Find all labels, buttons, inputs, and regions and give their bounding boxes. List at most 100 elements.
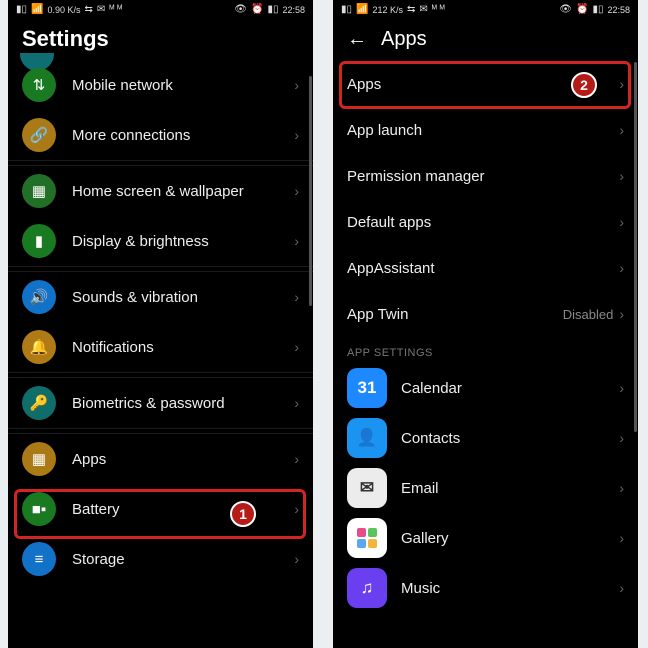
- row-label: Home screen & wallpaper: [72, 183, 294, 200]
- row-label: AppAssistant: [347, 260, 619, 277]
- section-header-app-settings: APP SETTINGS: [333, 337, 638, 363]
- apps-row-appassistant[interactable]: AppAssistant›: [333, 245, 638, 291]
- row-label: Gallery: [401, 530, 619, 547]
- row-label: App Twin: [347, 306, 563, 323]
- battery-status-icon: ▮▯: [267, 5, 278, 15]
- chevron-right-icon: ›: [294, 551, 299, 567]
- battery-status-icon: ▮▯: [592, 5, 603, 15]
- alarm-icon: ⏰: [251, 5, 263, 15]
- email-app-icon: ✉: [347, 468, 387, 508]
- chevron-right-icon: ›: [619, 430, 624, 446]
- apps-icon: ▦: [22, 442, 56, 476]
- chevron-right-icon: ›: [294, 289, 299, 305]
- settings-row-storage[interactable]: ≡ Storage›: [8, 534, 313, 584]
- scroll-indicator[interactable]: [634, 62, 637, 432]
- row-label: Default apps: [347, 214, 619, 231]
- row-label: Calendar: [401, 380, 619, 397]
- row-label: App launch: [347, 122, 619, 139]
- row-label: Mobile network: [72, 77, 294, 94]
- row-label: Music: [401, 580, 619, 597]
- settings-row-notifications[interactable]: 🔔 Notifications›: [8, 322, 313, 372]
- chevron-right-icon: ›: [619, 480, 624, 496]
- chevron-right-icon: ›: [619, 76, 624, 92]
- clock: 22:58: [282, 5, 305, 15]
- row-label: Battery: [72, 501, 294, 518]
- chevron-right-icon: ›: [294, 339, 299, 355]
- apps-row-apps[interactable]: Apps›: [333, 61, 638, 107]
- settings-row-apps[interactable]: ▦ Apps›: [8, 434, 313, 484]
- chevron-right-icon: ›: [294, 127, 299, 143]
- m-icon: ᴹ ᴹ: [109, 5, 122, 15]
- app-row-email[interactable]: ✉Email›: [333, 463, 638, 513]
- app-row-contacts[interactable]: 👤 Contacts›: [333, 413, 638, 463]
- chevron-right-icon: ›: [619, 168, 624, 184]
- app-row-music[interactable]: ♫ Music›: [333, 563, 638, 613]
- wifi-icon: 📶: [31, 5, 43, 15]
- mail-status-icon: ✉: [419, 5, 427, 15]
- storage-icon: ≡: [22, 542, 56, 576]
- settings-row-more-connections[interactable]: 🔗 More connections›: [8, 110, 313, 160]
- row-label: Permission manager: [347, 168, 619, 185]
- net-speed: 0.90 K/s: [47, 5, 80, 15]
- sync-icon: ⇆: [85, 5, 93, 15]
- calendar-app-icon: 31: [347, 368, 387, 408]
- alarm-icon: ⏰: [576, 5, 588, 15]
- row-value: Disabled: [563, 307, 614, 322]
- battery-icon: ■▪: [22, 492, 56, 526]
- home-wallpaper-icon: ▦: [22, 174, 56, 208]
- chevron-right-icon: ›: [294, 395, 299, 411]
- more-connections-icon: 🔗: [22, 118, 56, 152]
- app-bar: ← Apps: [333, 20, 638, 61]
- mail-status-icon: ✉: [97, 5, 105, 15]
- row-label: Sounds & vibration: [72, 289, 294, 306]
- status-bar: ▮▯ 📶 0.90 K/s ⇆ ✉ ᴹ ᴹ 👁 ⏰ ▮▯ 22:58: [8, 0, 313, 20]
- scroll-indicator[interactable]: [309, 76, 312, 306]
- app-icon-wrap: [347, 518, 387, 558]
- gallery-app-icon: [357, 528, 377, 548]
- app-row-gallery[interactable]: Gallery›: [333, 513, 638, 563]
- chevron-right-icon: ›: [294, 233, 299, 249]
- notifications-icon: 🔔: [22, 330, 56, 364]
- mobile-network-icon: ⇅: [22, 68, 56, 102]
- apps-row-permission-manager[interactable]: Permission manager›: [333, 153, 638, 199]
- clock: 22:58: [607, 5, 630, 15]
- settings-list: ⇅Mobile network›🔗More connections›▦Home …: [8, 60, 313, 584]
- biometrics-icon: 🔑: [22, 386, 56, 420]
- settings-row-mobile-network[interactable]: ⇅ Mobile network›: [8, 60, 313, 110]
- row-label: Apps: [72, 451, 294, 468]
- app-row-calendar[interactable]: 31Calendar›: [333, 363, 638, 413]
- eye-icon: 👁: [234, 5, 247, 15]
- eye-icon: 👁: [559, 5, 572, 15]
- signal-icon: ▮▯: [341, 5, 352, 15]
- chevron-right-icon: ›: [619, 580, 624, 596]
- chevron-right-icon: ›: [294, 451, 299, 467]
- apps-row-default-apps[interactable]: Default apps›: [333, 199, 638, 245]
- row-label: Contacts: [401, 430, 619, 447]
- page-title: Apps: [381, 28, 427, 51]
- chevron-right-icon: ›: [619, 214, 624, 230]
- row-label: Storage: [72, 551, 294, 568]
- settings-screen: ▮▯ 📶 0.90 K/s ⇆ ✉ ᴹ ᴹ 👁 ⏰ ▮▯ 22:58 Setti…: [8, 0, 313, 648]
- settings-row-home-screen-wallpaper[interactable]: ▦Home screen & wallpaper›: [8, 166, 313, 216]
- chevron-right-icon: ›: [294, 501, 299, 517]
- display-brightness-icon: ▮: [22, 224, 56, 258]
- row-label: Apps: [347, 76, 619, 93]
- signal-icon: ▮▯: [16, 5, 27, 15]
- music-app-icon: ♫: [347, 568, 387, 608]
- row-label: Biometrics & password: [72, 395, 294, 412]
- back-button[interactable]: ←: [347, 28, 367, 51]
- settings-row-battery[interactable]: ■▪ Battery›: [8, 484, 313, 534]
- settings-row-display-brightness[interactable]: ▮Display & brightness›: [8, 216, 313, 266]
- chevron-right-icon: ›: [619, 122, 624, 138]
- apps-row-app-twin[interactable]: App TwinDisabled›: [333, 291, 638, 337]
- settings-row-sounds-vibration[interactable]: 🔊Sounds & vibration›: [8, 272, 313, 322]
- row-label: Notifications: [72, 339, 294, 356]
- settings-row-biometrics-password[interactable]: 🔑 Biometrics & password›: [8, 378, 313, 428]
- row-label: More connections: [72, 127, 294, 144]
- sync-icon: ⇆: [407, 5, 415, 15]
- apps-row-app-launch[interactable]: App launch›: [333, 107, 638, 153]
- apps-screen: ▮▯ 📶 212 K/s ⇆ ✉ ᴹ ᴹ 👁 ⏰ ▮▯ 22:58 ← Apps…: [333, 0, 638, 648]
- chevron-right-icon: ›: [294, 77, 299, 93]
- apps-list: 31Calendar›👤Contacts›✉Email›Gallery›♫Mus…: [333, 363, 638, 613]
- contacts-app-icon: 👤: [347, 418, 387, 458]
